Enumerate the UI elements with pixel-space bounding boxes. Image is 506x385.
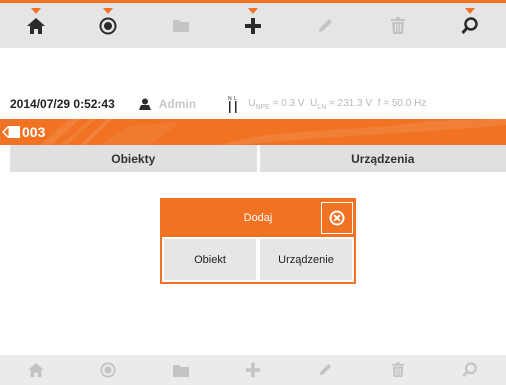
upe-value: = 0.3 V bbox=[269, 97, 305, 109]
home-button[interactable] bbox=[16, 7, 56, 41]
active-marker bbox=[31, 7, 42, 14]
edit-button[interactable] bbox=[305, 11, 345, 41]
folder-icon bbox=[172, 364, 189, 377]
plus-icon bbox=[244, 17, 261, 34]
object-id: 003 bbox=[22, 124, 46, 140]
datetime: 2014/07/29 0:52:43 bbox=[10, 97, 115, 111]
status-bar: 2014/07/29 0:52:43 Admin N L UNPE = 0.3 … bbox=[10, 91, 506, 117]
search-icon bbox=[461, 16, 478, 34]
record-icon bbox=[99, 17, 117, 34]
measurement-readout: UNPE = 0.3 V ULN = 231.3 V f = 50.0 Hz bbox=[248, 98, 426, 111]
bottom-toolbar bbox=[0, 355, 506, 385]
delete-button-disabled bbox=[378, 355, 418, 385]
header-pattern bbox=[40, 119, 506, 145]
upe-sub: NPE bbox=[255, 103, 270, 111]
folder-button[interactable] bbox=[161, 11, 201, 41]
pencil-icon bbox=[319, 363, 332, 376]
frequency-value: f = 50.0 Hz bbox=[377, 97, 427, 109]
active-marker bbox=[103, 7, 114, 14]
uln-value: = 231.3 V bbox=[326, 97, 373, 109]
user-name: Admin bbox=[158, 97, 197, 111]
search-button[interactable] bbox=[450, 7, 490, 41]
search-button-disabled bbox=[450, 355, 490, 385]
record-button-disabled bbox=[88, 355, 128, 385]
search-icon bbox=[462, 362, 477, 378]
edit-button-disabled bbox=[305, 355, 345, 385]
home-icon bbox=[28, 362, 45, 378]
folder-button-disabled bbox=[161, 355, 201, 385]
screen: 2014/07/29 0:52:43 Admin N L UNPE = 0.3 … bbox=[0, 0, 506, 385]
trash-icon bbox=[391, 362, 404, 377]
trash-icon bbox=[390, 16, 405, 34]
dialog-title: Dodaj bbox=[243, 212, 273, 224]
record-icon bbox=[100, 362, 116, 378]
dialog-title-bar: Dodaj bbox=[161, 199, 355, 237]
plug-icon: N L bbox=[228, 96, 237, 113]
add-device-button[interactable]: Urządzenie bbox=[260, 239, 352, 280]
user-icon bbox=[138, 98, 151, 110]
tab-bar: Obiekty Urządzenia bbox=[10, 145, 506, 172]
object-header: 003 bbox=[0, 119, 506, 145]
plus-icon bbox=[245, 362, 261, 378]
uln-sub: LN bbox=[317, 103, 327, 111]
home-button-disabled bbox=[16, 355, 56, 385]
delete-button[interactable] bbox=[378, 11, 418, 41]
active-marker bbox=[464, 7, 475, 14]
add-dialog: Dodaj Obiekt Urządzenie bbox=[160, 198, 356, 284]
tab-objects[interactable]: Obiekty bbox=[10, 145, 257, 172]
record-button[interactable] bbox=[88, 7, 128, 41]
add-button-disabled bbox=[233, 355, 273, 385]
folder-icon bbox=[172, 20, 189, 32]
close-button[interactable] bbox=[321, 202, 353, 234]
top-toolbar bbox=[0, 0, 506, 48]
active-marker bbox=[247, 7, 258, 14]
pencil-icon bbox=[319, 18, 333, 32]
add-object-button[interactable]: Obiekt bbox=[164, 239, 256, 280]
dialog-buttons: Obiekt Urządzenie bbox=[162, 237, 354, 282]
add-button[interactable] bbox=[233, 7, 273, 41]
object-icon bbox=[2, 126, 20, 138]
home-icon bbox=[27, 17, 46, 34]
close-icon bbox=[329, 210, 345, 226]
tab-devices[interactable]: Urządzenia bbox=[256, 145, 506, 172]
